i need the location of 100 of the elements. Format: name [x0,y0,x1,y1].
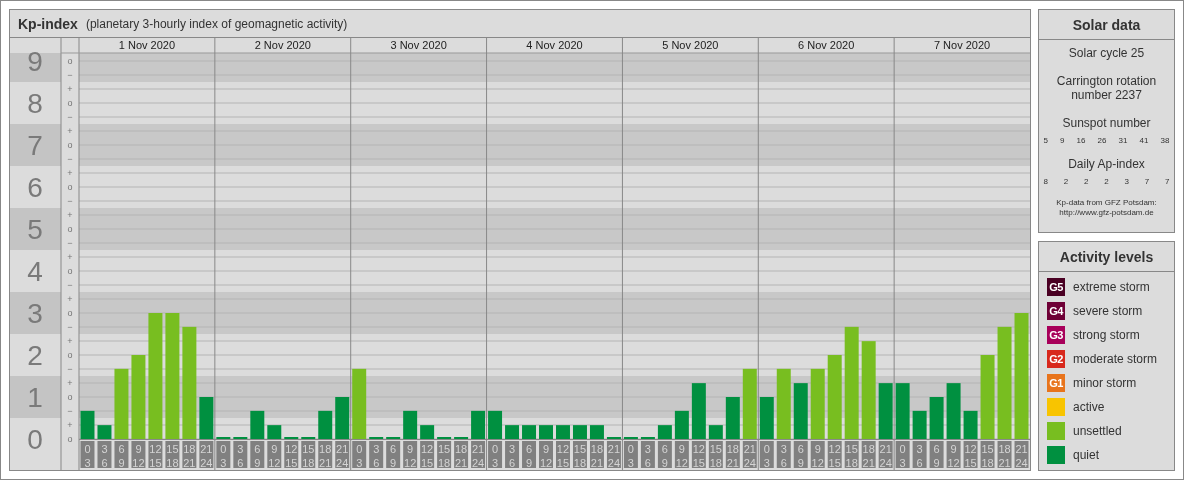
minor-tick-label: − [67,154,73,164]
minor-tick-label: + [67,210,73,220]
x-tick-label: 6 9 [390,443,397,469]
minor-tick-label: o [67,434,73,444]
level-label: extreme storm [1073,280,1150,294]
hour-range-label: 18 21 [997,441,1012,469]
minor-tick-label: − [67,322,73,332]
minor-tick-label: o [67,392,73,402]
sunspot-value: 38 [1160,136,1170,145]
hour-range-label: 3 6 [233,441,248,469]
minor-tick-label: + [67,336,73,346]
hour-range-label: 21 24 [199,441,214,469]
date-label: 2 Nov 2020 [254,39,311,51]
hour-range-label: 0 3 [352,441,367,469]
panel-title: Solar data [1039,10,1174,40]
minor-tick-label: o [67,98,73,108]
hour-range-label: 0 3 [216,441,231,469]
x-tick-label: 0 3 [84,443,91,469]
hour-range-label: 3 6 [97,441,112,469]
hour-range-label: 18 21 [725,441,740,469]
hour-range-label: 9 12 [403,441,418,469]
x-tick-label: 3 6 [237,443,244,469]
x-tick-label: 0 3 [763,443,770,469]
ap-index-value: 7 [1144,177,1150,186]
sunspot-value: 16 [1076,136,1086,145]
y-axis-label: 3 [27,298,43,329]
x-tick-label: 6 9 [797,443,804,469]
x-tick-label: 0 3 [220,443,227,469]
x-tick-label: 6 9 [254,443,261,469]
ap-index-value: 2 [1063,177,1069,186]
level-label: severe storm [1073,304,1143,318]
hour-range-label: 15 18 [980,441,995,469]
hour-range-label: 21 24 [1014,441,1029,469]
hour-range-label: 0 3 [895,441,910,469]
date-label: 1 Nov 2020 [118,39,176,51]
hour-range-label: 21 24 [878,441,893,469]
hour-range-label: 12 15 [284,441,299,469]
hour-range-label: 9 12 [131,441,146,469]
hour-range-label: 21 24 [471,441,486,469]
sunspot-value: 5 [1043,136,1048,145]
hour-range-label: 0 3 [488,441,503,469]
hour-range-label: 15 18 [165,441,180,469]
hour-range-label: 12 15 [420,441,435,469]
hour-range-label: 18 21 [589,441,604,469]
x-tick-label: 3 6 [373,443,380,469]
minor-tick-label: − [67,238,73,248]
level-label: strong storm [1073,328,1140,342]
hour-range-label: 21 24 [742,441,757,469]
sunspot-value: 41 [1139,136,1149,145]
hour-range-label: 6 9 [386,441,401,469]
hour-range-label: 6 9 [522,441,536,469]
hour-range-label: 9 12 [810,441,825,469]
y-axis-label: 7 [27,130,43,161]
hour-range-label: 21 24 [606,441,621,469]
y-axis-label: 0 [27,424,43,455]
hour-range-label: 12 15 [827,441,842,469]
y-axis-label: 1 [27,382,43,413]
hour-range-label: 12 15 [148,441,163,469]
level-swatch: G5 [1047,278,1065,296]
hour-range-label: 0 3 [80,441,95,469]
hour-range-label: 6 9 [657,441,672,469]
minor-tick-label: − [67,280,73,290]
hour-range-label: 6 9 [250,441,265,469]
hour-range-label: 9 12 [267,441,282,469]
hour-range-label: 15 18 [301,441,316,469]
solar-cycle-text: Solar cycle 25 [1068,46,1145,60]
minor-tick-label: + [67,294,73,304]
hour-range-label: 3 6 [369,441,384,469]
level-label: minor storm [1073,376,1137,390]
hour-range-label: 12 15 [691,441,706,469]
minor-tick-label: o [67,224,73,234]
sunspot-label: Sunspot number [1062,116,1151,130]
date-label: 7 Nov 2020 [933,39,991,51]
hour-range-label: 15 18 [844,441,859,469]
ap-index-value: 2 [1084,177,1089,186]
hour-range-label: 3 6 [776,441,791,469]
level-label: active [1073,400,1105,414]
hour-range-label: 15 18 [437,441,452,469]
panel-title: Kp-index [18,15,78,32]
panel-title: Activity levels [1039,242,1174,272]
minor-tick-label: + [67,126,73,136]
hour-range-label: 6 9 [114,441,129,469]
minor-tick-label: o [67,182,73,192]
hour-range-label: 0 3 [623,441,638,469]
minor-tick-label: − [67,112,73,122]
rotation-text: Carrington rotation number 2237 [1055,74,1158,102]
hour-range-label: 15 18 [708,441,723,469]
minor-tick-label: o [67,56,73,66]
minor-tick-label: o [67,266,73,276]
hour-range-label: 0 3 [759,441,774,469]
date-label: 6 Nov 2020 [798,39,855,51]
hour-range-label: 3 6 [640,441,655,469]
hour-range-label: 18 21 [182,441,197,469]
level-swatch: G4 [1047,302,1065,320]
x-tick-label: 0 3 [627,443,634,469]
y-axis-label: 2 [27,340,43,371]
hour-range-label: 3 6 [505,441,520,469]
hour-range-label: 18 21 [318,441,333,469]
source-url: http://www.gfz-potsdam.de [1059,208,1154,218]
level-label: quiet [1073,448,1100,462]
